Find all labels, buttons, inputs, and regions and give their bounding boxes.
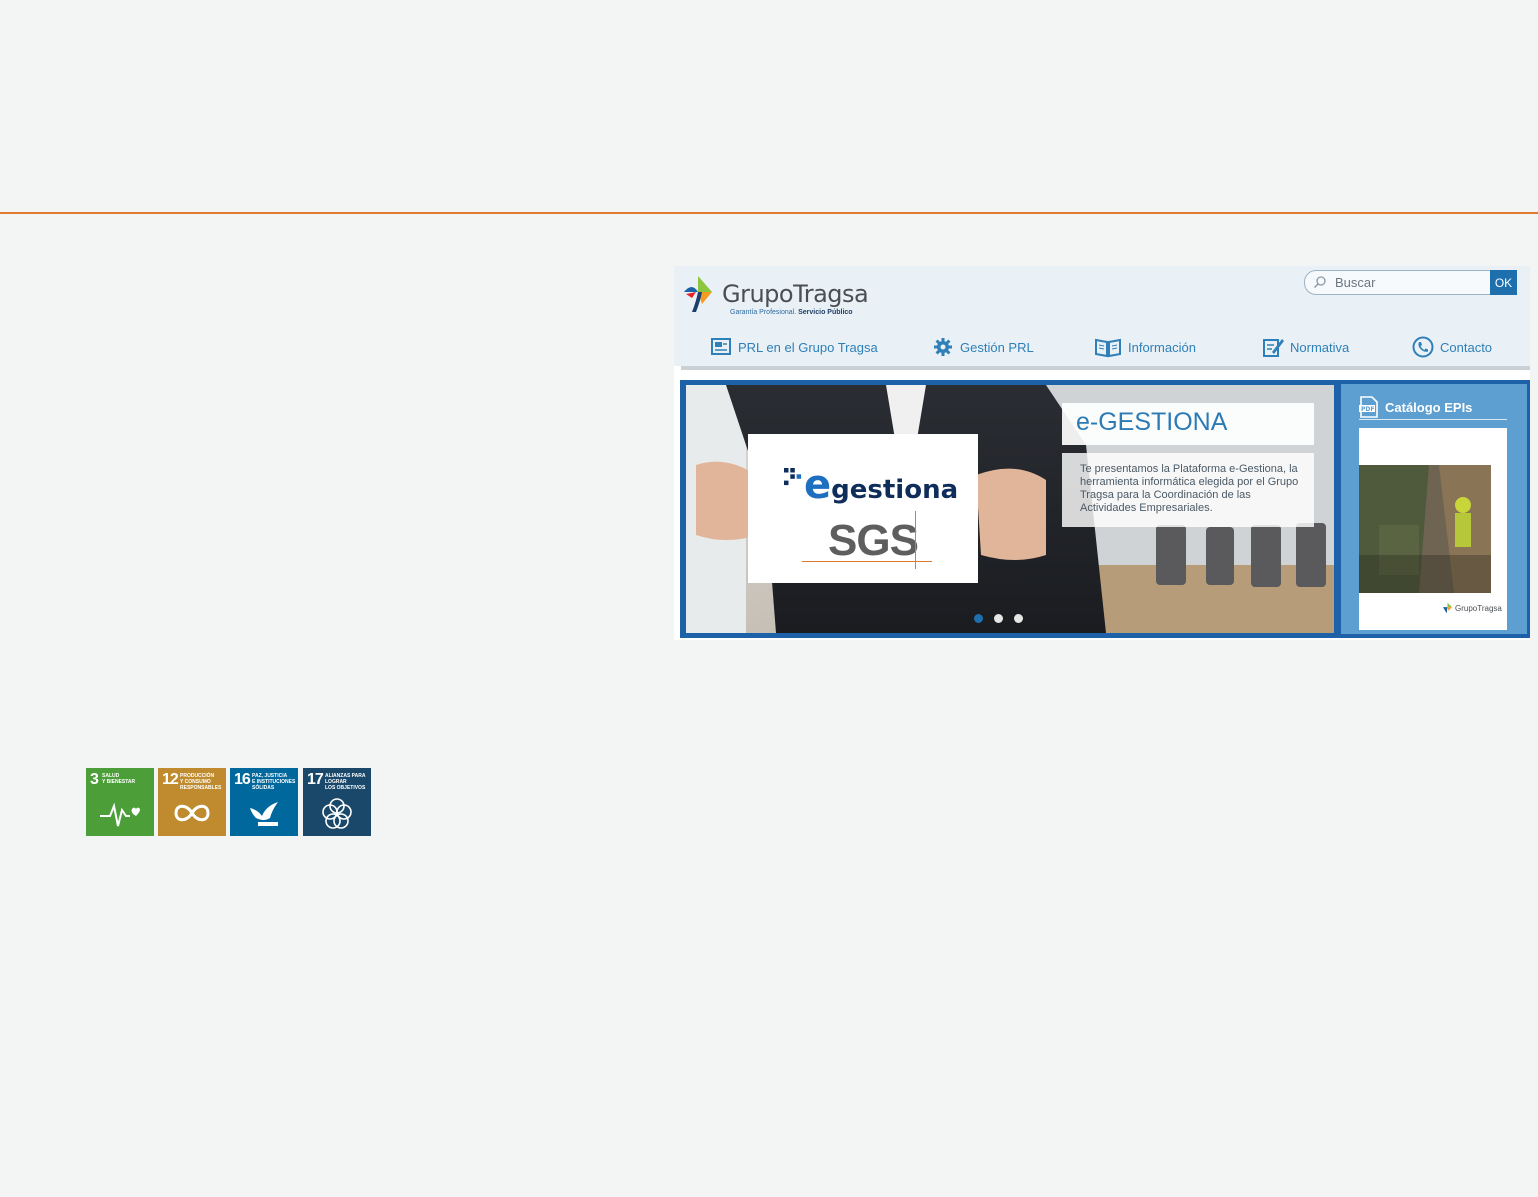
- slide-title: e-GESTIONA: [1076, 408, 1228, 436]
- nav-divider: [681, 366, 1530, 370]
- egestiona-brand: egestiona: [804, 462, 959, 508]
- sdg-label: ALIANZAS PARA LOGRAR LOS OBJETIVOS: [325, 773, 366, 791]
- sdg-number: 12: [162, 771, 179, 788]
- card-accent-horizontal: [802, 561, 932, 562]
- nav-label: Normativa: [1290, 339, 1350, 355]
- nav-item-normativa[interactable]: Normativa: [1262, 336, 1349, 358]
- catalog-epis-panel[interactable]: PDF Catálogo EPIs GrupoTragsa: [1341, 384, 1527, 634]
- search-submit-button[interactable]: OK: [1490, 270, 1517, 295]
- slide-description: Te presentamos la Plataforma e-Gestiona,…: [1080, 463, 1299, 514]
- search-input[interactable]: [1335, 273, 1483, 291]
- nav-item-informacion[interactable]: Información: [1094, 336, 1196, 358]
- header-divider: [0, 212, 1538, 214]
- search-box: [1304, 270, 1492, 295]
- sdg-number: 16: [234, 771, 251, 788]
- website-screenshot: GrupoTragsa Garantía Profesional. Servic…: [674, 266, 1530, 640]
- cover-logo-icon: [1443, 602, 1452, 614]
- nav-item-contacto[interactable]: Contacto: [1412, 336, 1492, 358]
- logo-tagline: Garantía Profesional. Servicio Público: [730, 309, 853, 316]
- egestiona-mark-icon: [784, 468, 802, 486]
- edit-icon: [1263, 339, 1284, 357]
- catalog-cover[interactable]: GrupoTragsa: [1359, 428, 1507, 630]
- phone-icon: [1412, 336, 1434, 358]
- catalog-title[interactable]: PDF Catálogo EPIs: [1359, 396, 1472, 418]
- nav-label: Información: [1128, 339, 1196, 355]
- flower-icon: [322, 798, 352, 829]
- nav-label: Contacto: [1440, 339, 1493, 355]
- catalog-title-label: Catálogo EPIs: [1385, 399, 1473, 415]
- main-nav: PRL en el Grupo Tragsa Gestión PRL Infor…: [674, 326, 1530, 366]
- logo-name: GrupoTragsa: [722, 280, 869, 308]
- sdg-tile-3: 3 SALUD Y BIENESTAR: [86, 768, 154, 836]
- sdg-label: PRODUCCIÓN Y CONSUMO RESPONSABLES: [180, 773, 222, 791]
- sdg-label: PAZ, JUSTICIA E INSTITUCIONES SÓLIDAS: [252, 773, 296, 791]
- gear-icon: [934, 338, 952, 356]
- catalog-divider: [1359, 419, 1507, 420]
- hero-slide[interactable]: egestiona SGS e-GESTIONA Te presentamos …: [686, 385, 1334, 633]
- egestiona-sgs-card: egestiona SGS: [748, 434, 978, 583]
- heartbeat-icon: [100, 802, 140, 827]
- catalog-cover-photo: [1359, 465, 1491, 593]
- slider-dot-1[interactable]: [974, 614, 983, 623]
- slider-dot-3[interactable]: [1014, 614, 1023, 623]
- presentation-icon: [711, 338, 731, 355]
- slide-title-box: e-GESTIONA: [1062, 403, 1314, 445]
- search-form: OK: [1304, 270, 1519, 295]
- sdg-tile-12: 12 PRODUCCIÓN Y CONSUMO RESPONSABLES: [158, 768, 226, 836]
- grupo-tragsa-logo[interactable]: GrupoTragsa Garantía Profesional. Servic…: [682, 272, 882, 324]
- pdf-icon: PDF: [1359, 396, 1378, 418]
- svg-text:PDF: PDF: [1361, 406, 1374, 413]
- catalog-cover-brand: GrupoTragsa: [1455, 604, 1502, 613]
- slide-text-box: Te presentamos la Plataforma e-Gestiona,…: [1062, 453, 1314, 527]
- book-icon: [1095, 338, 1121, 358]
- dove-icon: [250, 802, 278, 826]
- nav-label: Gestión PRL: [960, 339, 1034, 355]
- slider-dots: [974, 614, 1023, 623]
- logo-mark-icon: [684, 276, 712, 312]
- sdg-tile-16: 16 PAZ, JUSTICIA E INSTITUCIONES SÓLIDAS: [230, 768, 298, 836]
- infinity-icon: [174, 804, 210, 822]
- slider-dot-2[interactable]: [994, 614, 1003, 623]
- sdg-number: 17: [307, 771, 324, 788]
- search-icon: [1313, 276, 1326, 289]
- nav-item-prl-grupo-tragsa[interactable]: PRL en el Grupo Tragsa: [710, 336, 878, 358]
- nav-label: PRL en el Grupo Tragsa: [738, 339, 878, 355]
- sdg-label: SALUD Y BIENESTAR: [102, 773, 136, 785]
- sdg-tile-17: 17 ALIANZAS PARA LOGRAR LOS OBJETIVOS: [303, 768, 371, 836]
- sdg-number: 3: [90, 771, 99, 788]
- nav-item-gestion-prl[interactable]: Gestión PRL: [932, 336, 1034, 358]
- sgs-logo: SGS: [828, 516, 919, 565]
